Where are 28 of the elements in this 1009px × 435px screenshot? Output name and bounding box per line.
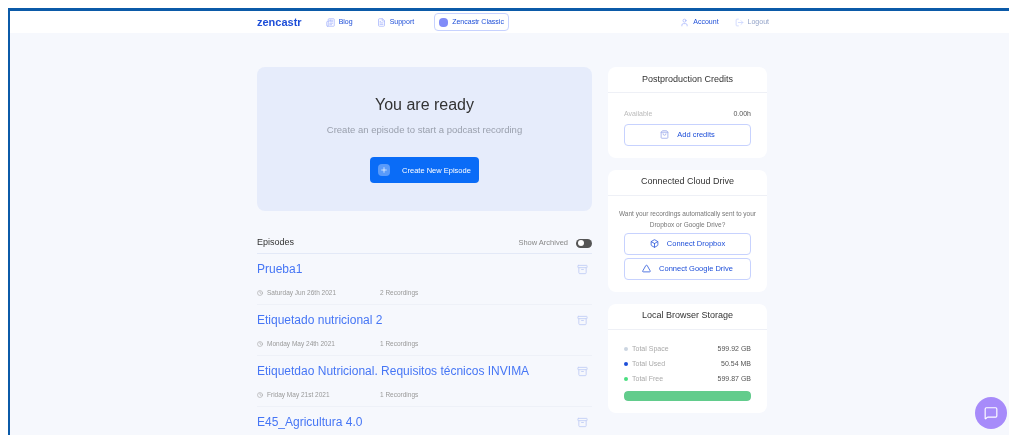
episode-title[interactable]: Prueba1 (257, 260, 303, 278)
user-icon (680, 17, 690, 27)
nav-icon (376, 17, 386, 27)
episode-title[interactable]: E45_Agricultura 4.0 (257, 413, 363, 431)
hero-subtitle: Create an episode to start a podcast recording (326, 123, 523, 137)
card-title: Local Browser Storage (641, 309, 733, 323)
triangle-icon (642, 264, 652, 273)
archive-icon (577, 416, 588, 428)
archive-icon (577, 263, 588, 275)
clock-icon (257, 391, 263, 398)
chat-icon (984, 406, 998, 420)
card-title: Postproduction Credits (641, 72, 733, 86)
episodes-title: Episodes (257, 236, 295, 250)
card-title: Connected Cloud Drive (640, 175, 735, 189)
episode-title[interactable]: Etiquetdao Nutricional. Requisitos técnicos INVIMA (257, 362, 530, 380)
logout-icon (734, 17, 744, 27)
clock-icon (257, 289, 263, 296)
logo[interactable]: zencastr (257, 13, 302, 31)
plus-icon (378, 164, 391, 177)
bag-icon (660, 130, 670, 139)
box-icon (649, 239, 659, 248)
clock-icon (257, 340, 263, 347)
nav-icon (325, 17, 335, 27)
show-archived-toggle[interactable] (576, 238, 592, 248)
episode-title[interactable]: Etiquetado nutricional 2 (257, 311, 383, 329)
archive-icon (577, 314, 588, 326)
archive-icon (577, 365, 588, 377)
hero-title: You are ready (374, 95, 474, 115)
